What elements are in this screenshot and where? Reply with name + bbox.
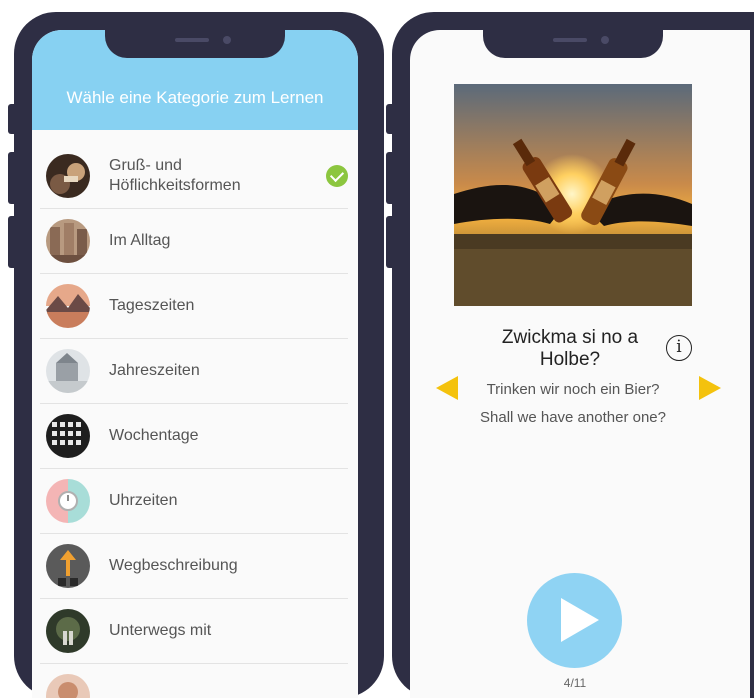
phone-notch [105, 30, 285, 58]
phone-side-button [8, 104, 14, 134]
phrase-counter: 4/11 [563, 676, 587, 690]
phrase-screen: Zwickma si no a Holbe? i Trinken wir noc… [410, 30, 750, 698]
category-label: Im Alltag [109, 232, 171, 249]
category-label: Wegbeschreibung [109, 557, 238, 574]
category-item-uhrzeiten[interactable]: Uhrzeiten [40, 469, 348, 534]
category-list: Gruß- und Höflichkeitsformen Im Alltag T… [32, 144, 358, 698]
arrow-left-icon[interactable] [436, 376, 458, 400]
phone-side-button [386, 216, 392, 268]
category-thumbnail [46, 609, 90, 653]
category-item-unterwegs[interactable]: Unterwegs mit [40, 599, 348, 664]
stage: Wähle eine Kategorie zum Lernen Gruß- un… [0, 0, 754, 699]
category-thumbnail [46, 284, 90, 328]
category-screen: Wähle eine Kategorie zum Lernen Gruß- un… [32, 30, 358, 698]
check-circle-icon [326, 165, 348, 187]
translation-german: Trinken wir noch ein Bier? [486, 381, 660, 398]
category-item-wegbeschreibung[interactable]: Wegbeschreibung [40, 534, 348, 599]
category-thumbnail [46, 349, 90, 393]
category-thumbnail [46, 479, 90, 523]
category-label: Jahreszeiten [109, 362, 200, 379]
page-title: Wähle eine Kategorie zum Lernen [66, 88, 324, 107]
phone-notch [483, 30, 663, 58]
category-label: Unterwegs mit [109, 622, 212, 639]
category-item-next[interactable] [40, 664, 348, 698]
category-label: Uhrzeiten [109, 492, 178, 509]
category-thumbnail [46, 154, 90, 198]
arrow-right-icon[interactable] [699, 376, 721, 400]
category-item-greetings[interactable]: Gruß- und Höflichkeitsformen [40, 144, 348, 209]
category-thumbnail [46, 414, 90, 458]
phrase-photo [454, 84, 692, 306]
category-label: Gruß- und Höflichkeitsformen [109, 157, 241, 194]
category-thumbnail [46, 674, 90, 698]
category-item-wochentage[interactable]: Wochentage [40, 404, 348, 469]
category-item-alltag[interactable]: Im Alltag [40, 209, 348, 274]
category-label: Tageszeiten [109, 297, 195, 314]
phrase-text: Zwickma si no a Holbe? [501, 327, 639, 370]
phone-side-button [386, 152, 392, 204]
info-icon[interactable]: i [666, 335, 692, 361]
translation-english: Shall we have another one? [480, 409, 666, 426]
category-thumbnail [46, 219, 90, 263]
phone-side-button [386, 104, 392, 134]
phone-left: Wähle eine Kategorie zum Lernen Gruß- un… [8, 12, 384, 698]
category-item-tageszeiten[interactable]: Tageszeiten [40, 274, 348, 339]
phone-side-button [8, 152, 14, 204]
category-thumbnail [46, 544, 90, 588]
category-label: Wochentage [109, 427, 199, 444]
category-item-jahreszeiten[interactable]: Jahreszeiten [40, 339, 348, 404]
play-button[interactable] [527, 573, 622, 668]
phone-side-button [8, 216, 14, 268]
play-icon [561, 598, 599, 642]
phone-right: Zwickma si no a Holbe? i Trinken wir noc… [386, 12, 754, 698]
